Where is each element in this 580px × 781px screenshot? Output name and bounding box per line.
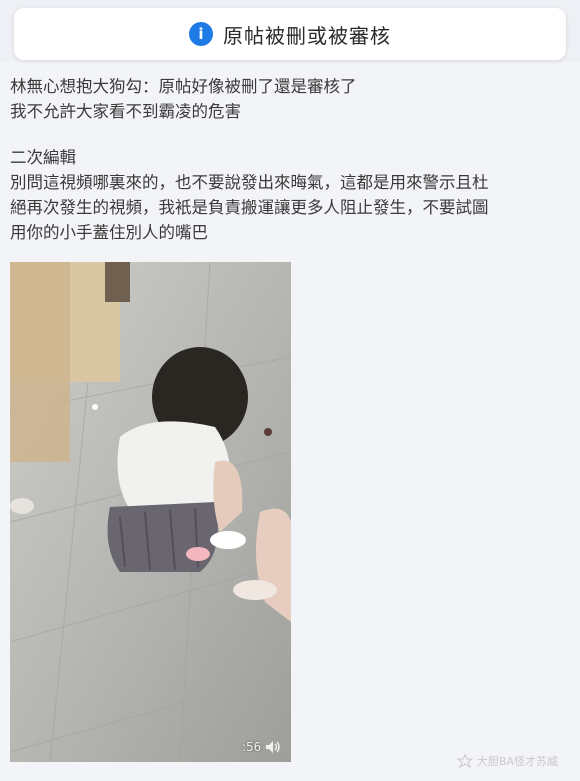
- notice-banner: i 原帖被刪或被審核: [14, 8, 566, 60]
- watermark-logo-icon: [456, 754, 473, 768]
- post-line: 林無心想抱大狗勾：原帖好像被刪了還是審核了: [10, 77, 357, 96]
- post-line: 我不允許大家看不到霸凌的危害: [10, 102, 241, 121]
- watermark-text: 大胆BA怪才苏威: [476, 755, 558, 768]
- edit-line: 別問這視頻哪裏來的，也不要說發出來晦氣，這都是用來警示且杜: [10, 173, 489, 192]
- edit-line: 絕再次發生的視頻，我衹是負責搬運讓更多人阻止發生，不要試圖: [10, 198, 489, 217]
- video-player[interactable]: :56: [10, 262, 291, 762]
- notice-text: 原帖被刪或被審核: [223, 23, 391, 48]
- watermark: 大胆BA怪才苏威: [456, 753, 558, 769]
- video-time: :56: [242, 740, 262, 754]
- video-controls: :56: [242, 740, 281, 754]
- edit-heading: 二次編輯: [10, 148, 76, 167]
- video-frame: [10, 262, 291, 762]
- edit-line: 用你的小手蓋住別人的嘴巴: [10, 223, 208, 242]
- volume-icon[interactable]: [265, 740, 281, 754]
- post-body: 林無心想抱大狗勾：原帖好像被刪了還是審核了 我不允許大家看不到霸凌的危害 二次編…: [10, 74, 570, 245]
- info-icon: i: [189, 22, 213, 46]
